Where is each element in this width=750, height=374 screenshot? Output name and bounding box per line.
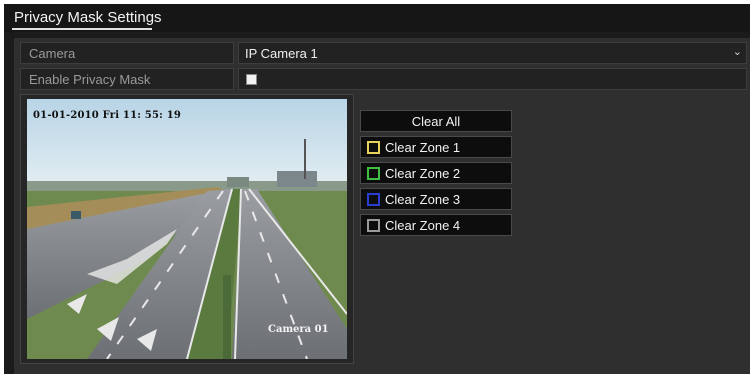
zone-4-swatch xyxy=(367,219,380,232)
enable-mask-label-cell: Enable Privacy Mask xyxy=(20,68,234,90)
clear-zone-3-button[interactable]: Clear Zone 3 xyxy=(360,188,512,210)
clear-zone-2-label: Clear Zone 2 xyxy=(385,166,461,181)
clear-all-button[interactable]: Clear All xyxy=(360,110,512,132)
zone-1-swatch xyxy=(367,141,380,154)
page-title: Privacy Mask Settings xyxy=(14,9,162,26)
highway-scene-image xyxy=(27,99,347,359)
enable-mask-label: Enable Privacy Mask xyxy=(29,72,151,87)
clear-zone-1-button[interactable]: Clear Zone 1 xyxy=(360,136,512,158)
chevron-down-icon[interactable]: ⌄ xyxy=(733,45,742,58)
enable-mask-checkbox[interactable] xyxy=(246,74,257,85)
clear-zone-1-label: Clear Zone 1 xyxy=(385,140,461,155)
privacy-mask-panel: Privacy Mask Settings Camera IP Camera 1… xyxy=(4,4,750,374)
osd-camera-name: Camera 01 xyxy=(268,324,329,335)
clear-zone-4-button[interactable]: Clear Zone 4 xyxy=(360,214,512,236)
camera-row: Camera IP Camera 1 ⌄ xyxy=(20,42,747,64)
camera-label: Camera xyxy=(29,46,76,61)
clear-zone-4-label: Clear Zone 4 xyxy=(385,218,461,233)
clear-zone-3-label: Clear Zone 3 xyxy=(385,192,461,207)
title-bar: Privacy Mask Settings xyxy=(4,4,750,32)
enable-mask-value-cell xyxy=(238,68,747,90)
osd-timestamp: 01-01-2010 Fri 11: 55: 19 xyxy=(33,110,182,121)
camera-select[interactable]: IP Camera 1 ⌄ xyxy=(238,42,747,64)
clear-zone-2-button[interactable]: Clear Zone 2 xyxy=(360,162,512,184)
video-preview-frame: 01-01-2010 Fri 11: 55: 19 Camera 01 xyxy=(20,94,354,364)
zone-3-swatch xyxy=(367,193,380,206)
camera-label-cell: Camera xyxy=(20,42,234,64)
camera-select-value: IP Camera 1 xyxy=(245,46,318,61)
zone-2-swatch xyxy=(367,167,380,180)
camera-live-view[interactable]: 01-01-2010 Fri 11: 55: 19 Camera 01 xyxy=(27,99,347,359)
clear-all-label: Clear All xyxy=(411,114,461,129)
settings-content: Camera IP Camera 1 ⌄ Enable Privacy Mask xyxy=(14,38,750,374)
title-underline xyxy=(12,28,152,30)
enable-mask-row: Enable Privacy Mask xyxy=(20,68,747,90)
